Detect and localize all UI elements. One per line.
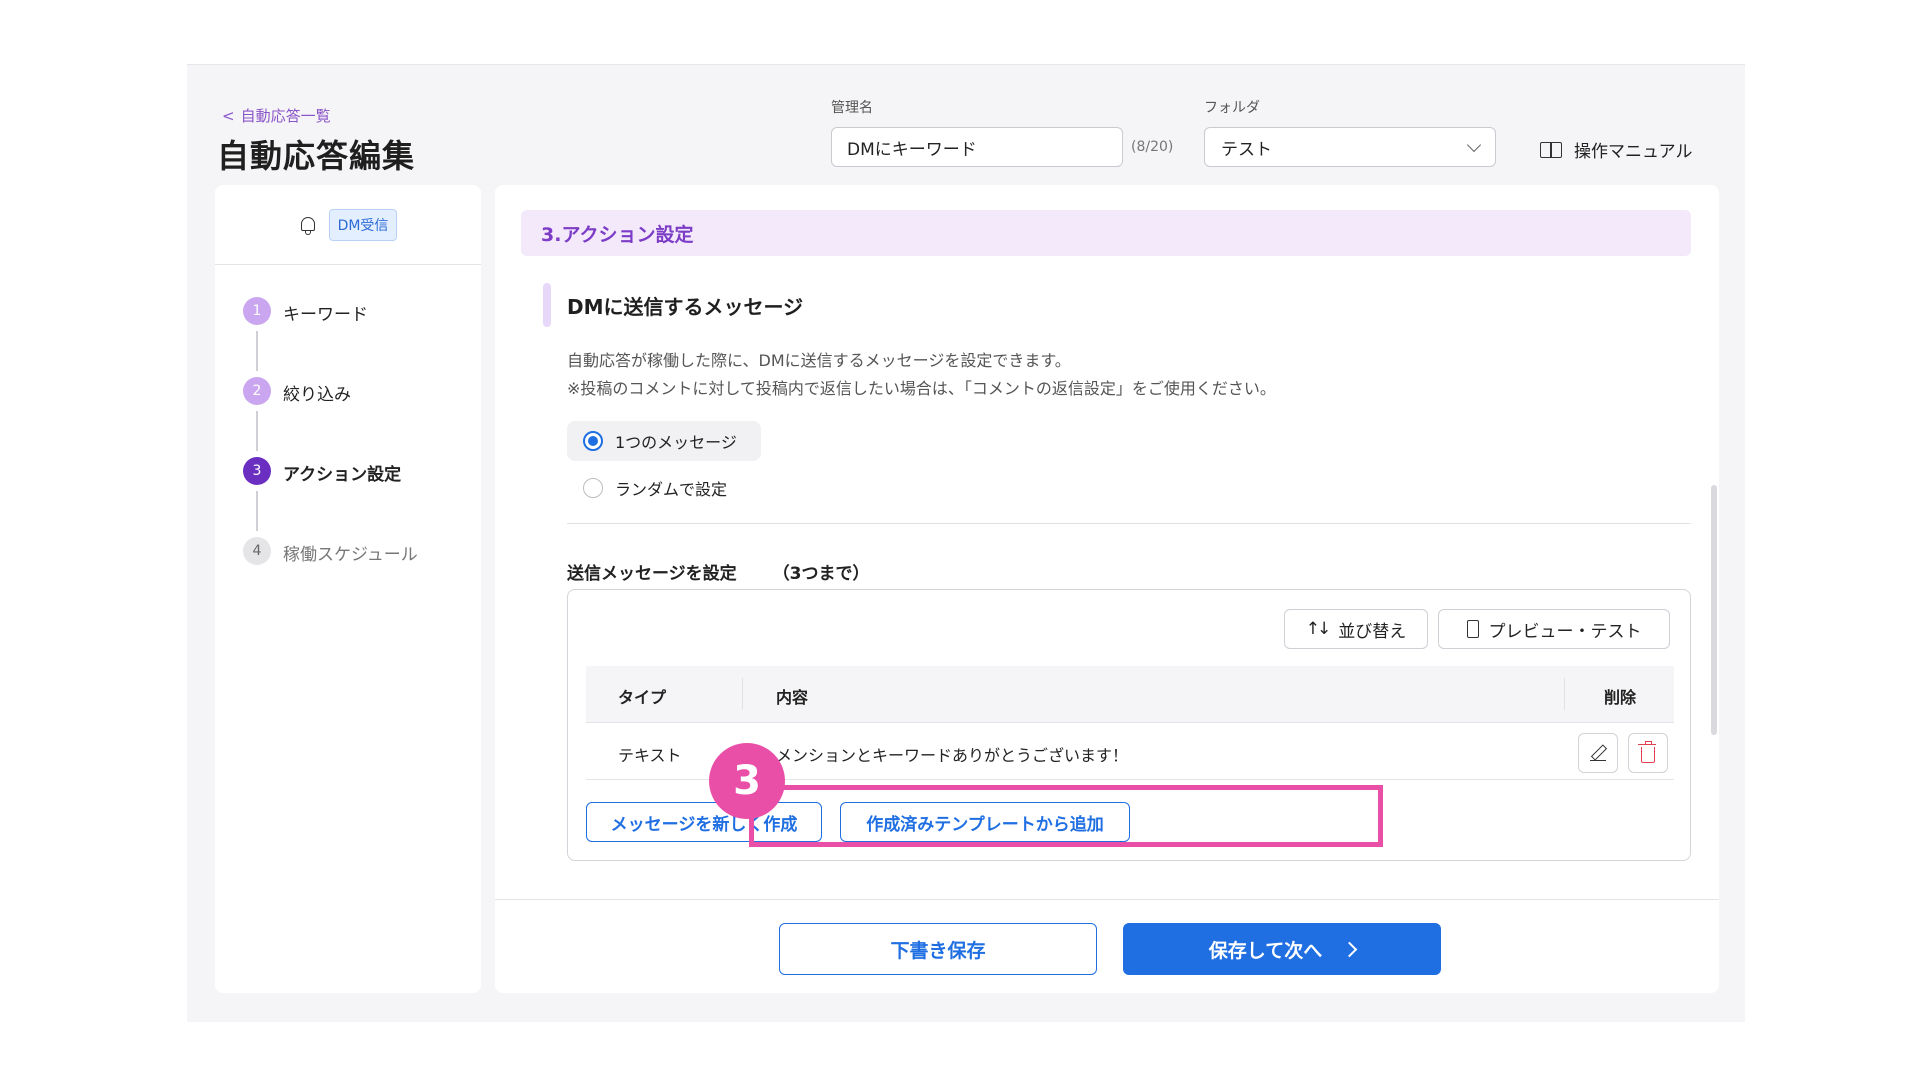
trigger-badge: DM受信: [328, 208, 398, 241]
description-line-1: 自動応答が稼働した際に、DMに送信するメッセージを設定できます。: [567, 351, 1071, 370]
step-schedule[interactable]: 4 稼働スケジュール: [243, 537, 418, 617]
divider: [567, 523, 1691, 524]
save-next-label: 保存して次へ: [1208, 939, 1323, 962]
send-title-text: 送信メッセージを設定: [567, 564, 737, 584]
manual-link[interactable]: 操作マニュアル: [1540, 137, 1693, 162]
sort-button[interactable]: ↑↓ 並び替え: [1284, 609, 1428, 649]
delete-button[interactable]: [1628, 733, 1668, 773]
description-line-2: ※投稿のコメントに対して投稿内で返信したい場合は、「コメントの返信設定」をご使用…: [567, 379, 1276, 398]
folder-label: フォルダ: [1204, 100, 1260, 116]
name-input[interactable]: DMにキーワード: [831, 127, 1123, 167]
sort-icon: ↑↓: [1305, 619, 1331, 639]
radio-checked-icon: [583, 431, 603, 451]
annotation-highlight: [749, 785, 1383, 847]
preview-button-label: プレビュー・テスト: [1488, 621, 1642, 642]
sub-heading-bar: [543, 283, 551, 327]
sort-button-label: 並び替え: [1338, 621, 1407, 642]
row-content: メンションとキーワードありがとうございます！: [776, 746, 1129, 765]
step-action[interactable]: 3 アクション設定: [243, 457, 418, 537]
column-header-type: タイプ: [618, 688, 667, 707]
step-keyword[interactable]: 1 キーワード: [243, 297, 418, 377]
phone-icon: [1466, 620, 1479, 638]
edit-button[interactable]: [1578, 733, 1618, 773]
sidebar-trigger: DM受信: [215, 185, 481, 265]
chevron-down-icon: [1466, 137, 1482, 152]
save-draft-button[interactable]: 下書き保存: [779, 923, 1097, 975]
step-label: 絞り込み: [283, 385, 351, 405]
column-separator: [742, 678, 743, 710]
column-separator: [1564, 678, 1565, 710]
save-next-button[interactable]: 保存して次へ: [1123, 923, 1441, 975]
page-title: 自動応答編集: [217, 137, 416, 175]
footer-divider: [495, 899, 1719, 900]
folder-select[interactable]: テスト: [1204, 127, 1496, 167]
book-icon: [1540, 141, 1562, 158]
send-message-title: 送信メッセージを設定 （3つまで）: [567, 559, 870, 584]
sub-heading-text: DMに送信するメッセージ: [567, 294, 804, 319]
folder-select-value: テスト: [1221, 139, 1272, 160]
step-number: 2: [243, 377, 271, 405]
radio-label: ランダムで設定: [615, 480, 728, 499]
chevron-left-icon: <: [222, 106, 235, 125]
table-header: タイプ 内容 削除: [586, 666, 1674, 722]
step-label: アクション設定: [283, 465, 402, 485]
row-type: テキスト: [618, 746, 682, 765]
breadcrumb-label: 自動応答一覧: [240, 107, 331, 125]
step-list: 1 キーワード 2 絞り込み 3 アクション設定 4 稼働スケジュール: [243, 297, 418, 617]
radio-unchecked-icon: [583, 478, 603, 498]
step-connector: [256, 331, 258, 371]
step-label: キーワード: [283, 305, 368, 325]
radio-random[interactable]: ランダムで設定: [567, 468, 751, 508]
breadcrumb[interactable]: < 自動応答一覧: [222, 105, 331, 126]
trash-icon: [1638, 740, 1656, 763]
column-header-delete: 削除: [1604, 688, 1637, 707]
section-title: 3.アクション設定: [521, 210, 1691, 256]
name-input-value: DMにキーワード: [847, 139, 977, 160]
step-number: 4: [243, 537, 271, 565]
main-panel: 3.アクション設定 DMに送信するメッセージ 自動応答が稼働した際に、DMに送信…: [495, 185, 1719, 993]
app-frame: < 自動応答一覧 自動応答編集 管理名 DMにキーワード (8/20) フォルダ…: [187, 64, 1745, 1022]
pencil-icon: [1590, 745, 1606, 761]
sub-heading: DMに送信するメッセージ: [543, 283, 803, 327]
name-label: 管理名: [831, 100, 873, 116]
annotation-step-badge: 3: [709, 743, 785, 819]
step-connector: [256, 411, 258, 451]
scrollbar[interactable]: [1711, 485, 1717, 735]
bell-icon: [299, 215, 317, 235]
chevron-right-icon: [1341, 941, 1358, 957]
send-limit-text: （3つまで）: [772, 564, 870, 584]
step-connector: [256, 491, 258, 531]
radio-single-message[interactable]: 1つのメッセージ: [567, 421, 761, 461]
step-number: 1: [243, 297, 271, 325]
manual-link-label: 操作マニュアル: [1574, 142, 1693, 162]
name-counter: (8/20): [1131, 139, 1174, 155]
sidebar: DM受信 1 キーワード 2 絞り込み 3 アクション設定 4 稼働スケジュール: [215, 185, 481, 993]
radio-label: 1つのメッセージ: [615, 433, 737, 452]
preview-test-button[interactable]: プレビュー・テスト: [1438, 609, 1670, 649]
step-number: 3: [243, 457, 271, 485]
step-filter[interactable]: 2 絞り込み: [243, 377, 418, 457]
column-header-content: 内容: [776, 688, 809, 707]
step-label: 稼働スケジュール: [283, 545, 418, 565]
